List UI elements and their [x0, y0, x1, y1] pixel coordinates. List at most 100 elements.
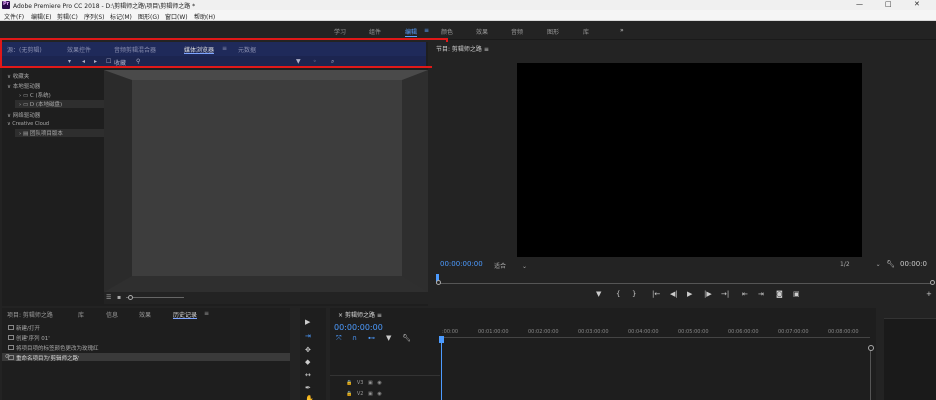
program-timecode[interactable]: 00:00:00:00	[440, 260, 483, 268]
team-project-icon: ▤	[22, 131, 29, 137]
tab-history[interactable]: 历史记录	[173, 310, 198, 319]
workspace-more-icon[interactable]: »	[620, 27, 624, 34]
tree-item-network-drives[interactable]: ∨ 网络驱动器	[7, 111, 40, 119]
track-header-v3: 🔒 V3 ▣ ◉	[346, 380, 382, 386]
menu-window[interactable]: 窗口(W)	[165, 12, 188, 21]
workspace-color[interactable]: 颜色	[441, 27, 453, 36]
tab-libraries[interactable]: 库	[78, 310, 84, 319]
menu-edit[interactable]: 编辑(E)	[31, 12, 51, 21]
tab-info[interactable]: 信息	[106, 310, 118, 319]
go-to-in-icon[interactable]: |←	[652, 290, 660, 298]
lock-icon[interactable]: 🔒	[346, 391, 352, 397]
comparison-view-icon[interactable]: ▣	[793, 290, 800, 298]
workspace-graphics[interactable]: 图形	[547, 27, 559, 36]
zoom-handle-left[interactable]	[436, 280, 441, 285]
snap-icon[interactable]: ∩	[352, 334, 357, 342]
pen-tool-icon[interactable]: ✒	[305, 384, 311, 392]
icon-view-icon[interactable]: ▪	[117, 294, 121, 301]
eye-icon[interactable]: ◉	[377, 380, 381, 386]
ruler-label: 00:04:00:00	[628, 329, 659, 335]
track-name: V2	[356, 391, 364, 397]
mark-in-icon[interactable]: {	[616, 290, 620, 298]
slip-tool-icon[interactable]: ↔	[305, 371, 311, 379]
zoom-slider-handle[interactable]	[128, 295, 133, 300]
menu-help[interactable]: 帮助(H)	[194, 12, 215, 21]
export-frame-icon[interactable]: ◙	[776, 290, 783, 298]
add-marker-icon[interactable]: ▼	[596, 290, 601, 298]
lock-icon[interactable]: 🔒	[346, 380, 352, 386]
playback-resolution-dropdown[interactable]: 1/2 ⌄	[840, 261, 881, 268]
menu-marker[interactable]: 标记(M)	[110, 12, 132, 21]
history-step-icon	[8, 345, 14, 350]
tree-item-favorites[interactable]: ∨ 收藏夹	[7, 72, 29, 80]
zoom-fit-dropdown[interactable]: 适合 ⌄	[494, 261, 527, 270]
history-item[interactable]: 重命名项目为'剪辑师之路'	[16, 354, 80, 362]
workspace-learn[interactable]: 学习	[334, 27, 346, 36]
timeline-playhead[interactable]	[441, 337, 442, 400]
timeline-ruler[interactable]	[440, 337, 870, 338]
minimize-button[interactable]: —	[856, 0, 863, 8]
add-control-icon[interactable]: +	[926, 290, 932, 298]
tab-menu-icon[interactable]: ≡	[204, 310, 209, 317]
wrench-icon[interactable]: 🔧︎	[886, 260, 895, 268]
eye-icon[interactable]: ◉	[377, 391, 381, 397]
razor-tool-icon[interactable]: ◆	[305, 358, 310, 366]
linked-selection-icon[interactable]: ⊷	[368, 334, 375, 342]
program-monitor-tab[interactable]: 节目: 剪辑师之路 ≡	[436, 44, 489, 53]
lift-icon[interactable]: ⇤	[742, 290, 748, 298]
mark-out-icon[interactable]: }	[632, 290, 636, 298]
tree-item-drive-c[interactable]: › ▭ C (系统)	[19, 91, 51, 99]
step-back-icon[interactable]: ◀|	[670, 290, 678, 298]
program-scrub-bar[interactable]	[436, 283, 934, 284]
selection-tool-icon[interactable]: ▶	[305, 318, 310, 326]
workspace-assembly[interactable]: 组件	[369, 27, 381, 36]
play-icon[interactable]: ▶	[687, 290, 692, 298]
maximize-button[interactable]: □	[885, 0, 892, 8]
menu-graphics[interactable]: 图形(G)	[138, 12, 159, 21]
timeline-timecode[interactable]: 00:00:00:00	[334, 323, 383, 332]
workspace-libraries[interactable]: 库	[583, 27, 589, 36]
close-icon[interactable]: ×	[338, 312, 343, 319]
tab-effects[interactable]: 效果	[139, 310, 151, 319]
timeline-zoom-handle[interactable]	[868, 345, 874, 351]
chevron-down-icon: ⌄	[521, 263, 527, 270]
chevron-down-icon: ⌄	[875, 261, 881, 268]
tree-item-team-projects[interactable]: › ▤ 团队项目版本	[15, 129, 104, 137]
hand-tool-icon[interactable]: ✋	[305, 395, 314, 400]
ripple-edit-tool-icon[interactable]: ✥	[305, 346, 311, 354]
workspace-editing[interactable]: 编辑	[405, 27, 418, 37]
workspace-menu-icon[interactable]: ≡	[424, 27, 429, 34]
track-select-tool-icon[interactable]: ⇥	[305, 332, 311, 340]
zoom-handle-right[interactable]	[930, 280, 935, 285]
menu-file[interactable]: 文件(F)	[4, 12, 24, 21]
timeline-vertical-scrollbar[interactable]	[870, 351, 871, 400]
history-step-icon	[8, 335, 14, 340]
tree-item-local-drives[interactable]: ∨ 本地驱动器	[7, 82, 40, 90]
history-item[interactable]: 将项目项的标签颜色更改为玫瑰红	[16, 344, 99, 352]
track-header-v2: 🔒 V2 ▣ ◉	[346, 391, 382, 397]
timeline-tab[interactable]: × 剪辑师之路 ≡	[338, 310, 382, 319]
wrench-icon[interactable]: 🔧︎	[402, 334, 411, 342]
workspace-audio[interactable]: 音频	[511, 27, 523, 36]
tree-item-drive-d[interactable]: › ▭ D (本地磁盘)	[15, 100, 104, 108]
close-button[interactable]: ✕	[914, 0, 920, 8]
step-forward-icon[interactable]: |▶	[704, 290, 712, 298]
menu-bar: 文件(F) 编辑(E) 剪辑(C) 序列(S) 标记(M) 图形(G) 窗口(W…	[0, 10, 936, 21]
list-view-icon[interactable]: ☰	[106, 294, 111, 301]
history-item[interactable]: 新建/打开	[16, 324, 40, 332]
sync-lock-icon[interactable]: ▣	[368, 380, 373, 386]
go-to-out-icon[interactable]: →|	[721, 290, 729, 298]
menu-sequence[interactable]: 序列(S)	[84, 12, 105, 21]
tab-project[interactable]: 项目: 剪辑师之路	[7, 310, 53, 319]
zoom-slider[interactable]	[126, 297, 184, 298]
add-marker-icon[interactable]: ▼	[386, 334, 391, 342]
media-browser-content	[104, 70, 428, 292]
history-item[interactable]: 创建'序列 01'	[16, 334, 50, 342]
sync-lock-icon[interactable]: ▣	[368, 391, 373, 397]
workspace-effects[interactable]: 效果	[476, 27, 488, 36]
tree-item-creative-cloud[interactable]: ∨ Creative Cloud	[7, 121, 49, 127]
extract-icon[interactable]: ⇥	[758, 290, 764, 298]
nest-icon[interactable]: ⤧	[336, 334, 342, 343]
menu-clip[interactable]: 剪辑(C)	[57, 12, 78, 21]
ruler-label: 00:06:00:00	[728, 329, 759, 335]
